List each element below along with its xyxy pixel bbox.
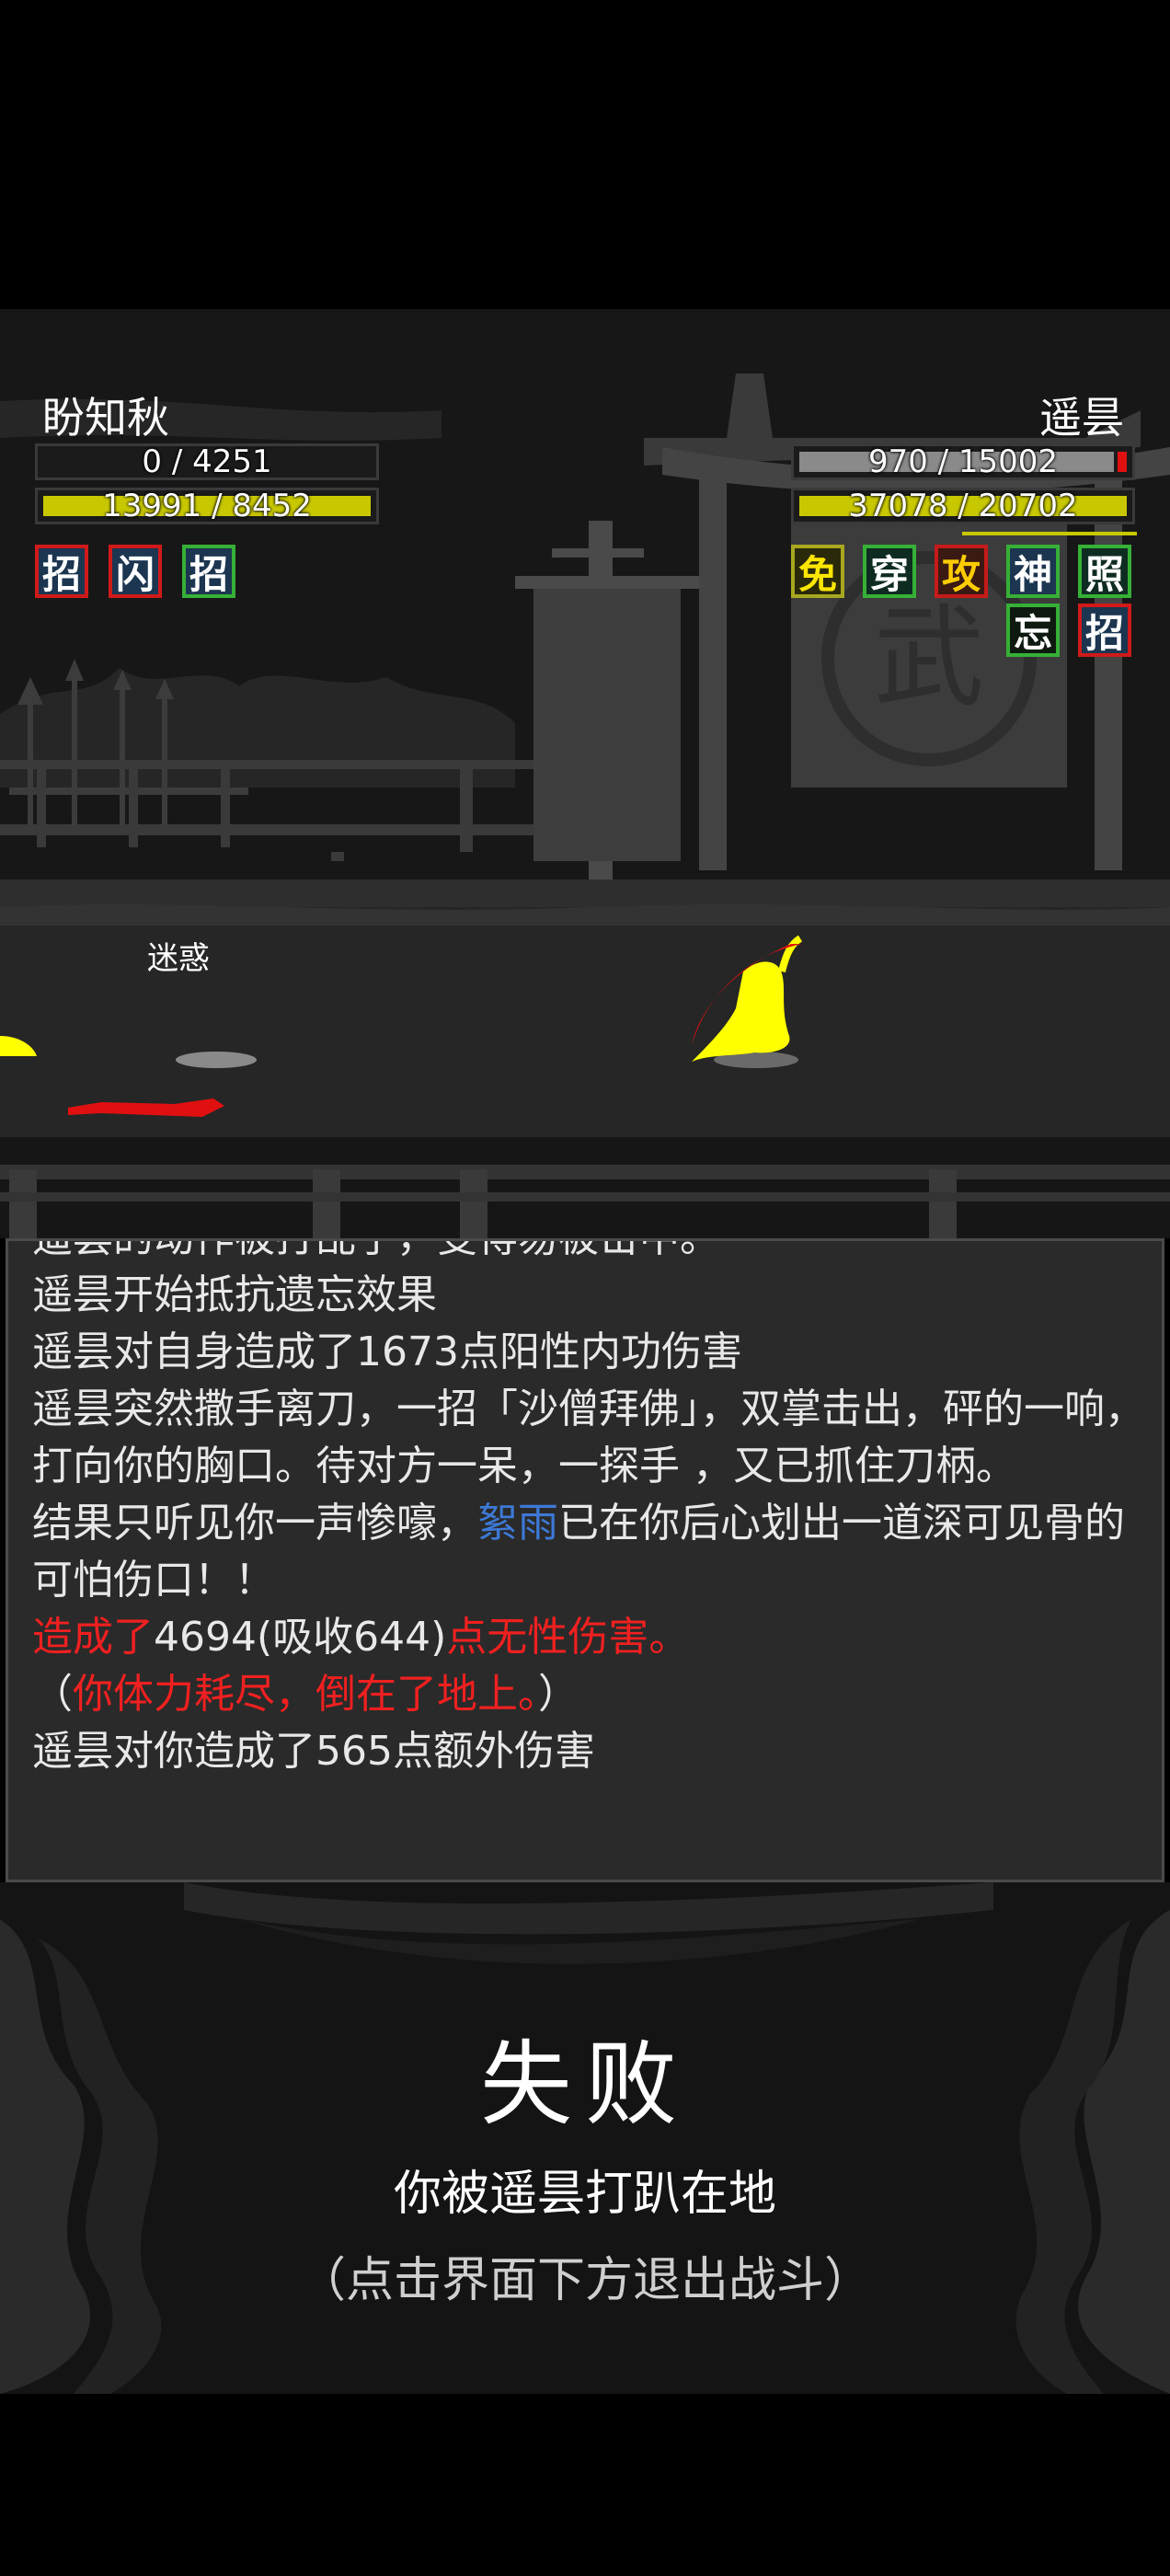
banner-glyph: 武 [874, 594, 984, 722]
enemy-energy-bar: 37078 / 20702 [791, 488, 1135, 524]
battle-log[interactable]: 遥昙的动作被打乱了，变得易被击中。 遥昙开始抵抗遗忘效果 遥昙对自身造成了167… [6, 1238, 1164, 1882]
log-text: 点无性伤害。 [446, 1614, 690, 1661]
player-hp-text: 0 / 4251 [142, 443, 272, 480]
player-energy-bar: 13991 / 8452 [35, 488, 379, 524]
enemy-buff-tag[interactable]: 穿 [863, 545, 916, 598]
log-line: 遥昙对你造成了565点额外伤害 [32, 1728, 595, 1775]
damage-value: 4694(吸收644) [154, 1614, 447, 1661]
enemy-hp-text: 970 / 15002 [867, 443, 1059, 480]
log-text: ） [538, 1671, 579, 1718]
log-line: 遥昙突然撒手离刀，一招「沙僧拜佛」，双掌击出，砰的一响，打向你的胸口。待对方一呆… [32, 1386, 1145, 1489]
log-text: 结果只听见你一声惨嚎， [32, 1500, 477, 1547]
player-energy-text: 13991 / 8452 [102, 488, 312, 524]
player-buff-tag[interactable]: 招 [182, 545, 235, 598]
weapon-name: 絮雨 [477, 1500, 558, 1547]
player-name: 盼知秋 [42, 393, 169, 443]
log-line-cut: 遥昙的动作被打乱了，变得易被击中。 [32, 1241, 1145, 1267]
exit-hint[interactable]: （点击界面下方退出战斗） [0, 2241, 1170, 2310]
log-line: 遥昙开始抵抗遗忘效果 [32, 1271, 437, 1318]
enemy-buff-tag[interactable]: 照 [1078, 545, 1131, 598]
enemy-buff-tag[interactable]: 免 [791, 545, 844, 598]
enemy-hp-bar: 970 / 15002 [791, 443, 1135, 480]
log-line-damage: 造成了4694(吸收644)点无性伤害。 [32, 1609, 1145, 1666]
enemy-energy-text: 37078 / 20702 [848, 488, 1078, 524]
player-hp-bar: 0 / 4251 [35, 443, 379, 480]
status-effect-label: 迷惑 [147, 940, 210, 977]
log-text: 你体力耗尽，倒在了地上。 [73, 1671, 538, 1718]
player-buff-tag[interactable]: 招 [35, 545, 88, 598]
log-text: 造成了 [32, 1614, 154, 1661]
result-panel[interactable]: 失败 你被遥昙打趴在地 （点击界面下方退出战斗） [0, 1882, 1170, 2394]
result-title: 失败 [480, 2030, 690, 2138]
log-line: 结果只听见你一声惨嚎，絮雨已在你后心划出一道深可见骨的可怕伤口！！ [32, 1495, 1145, 1609]
log-line: 遥昙对自身造成了1673点阳性内功伤害 [32, 1328, 742, 1375]
enemy-sub-bar [962, 532, 1137, 535]
player-buff-tag[interactable]: 闪 [109, 545, 162, 598]
enemy-buff-tag[interactable]: 忘 [1006, 604, 1060, 657]
log-text: （ [32, 1671, 73, 1718]
enemy-buff-tag[interactable]: 招 [1078, 604, 1131, 657]
log-line-knockdown: （你体力耗尽，倒在了地上。） [32, 1666, 1145, 1723]
enemy-buff-tag[interactable]: 神 [1006, 545, 1060, 598]
enemy-buff-tag[interactable]: 攻 [935, 545, 988, 598]
result-subtitle: 你被遥昙打趴在地 [393, 2167, 776, 2222]
enemy-name: 遥昙 [1039, 393, 1124, 443]
